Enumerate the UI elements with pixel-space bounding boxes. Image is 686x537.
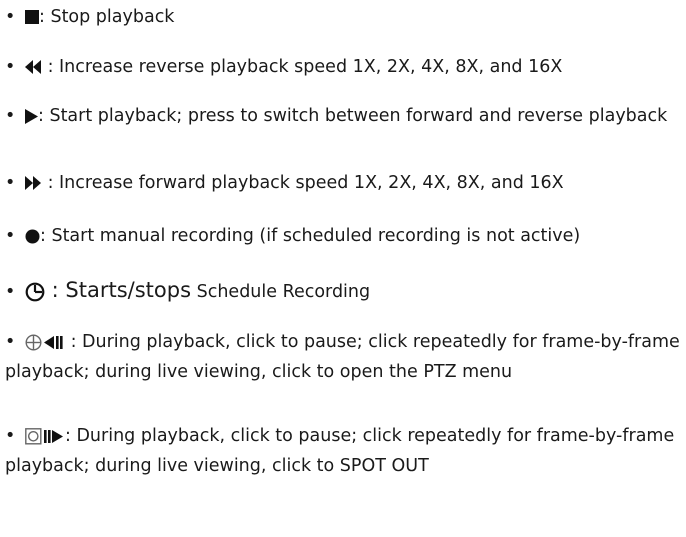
list-item: • : During playback, click to pause; cli… — [5, 327, 681, 387]
item-text-schedule-recording: Schedule Recording — [191, 282, 371, 302]
list-item: • : Increase reverse playback speed 1X, … — [5, 52, 681, 82]
rewind-icon — [25, 60, 41, 74]
item-text: : Start playback; press to switch betwee… — [38, 106, 668, 126]
bullet: • — [5, 426, 16, 446]
item-text: : Increase forward playback speed 1X, 2X… — [42, 173, 564, 193]
bullet: • — [5, 7, 16, 27]
bullet: • — [5, 332, 16, 352]
list-item: • : Increase forward playback speed 1X, … — [5, 168, 681, 198]
schedule-clock-icon — [25, 282, 45, 302]
list-item: • : Start manual recording (if scheduled … — [5, 221, 681, 251]
fast-forward-icon — [25, 176, 41, 190]
spot-pause-icon — [25, 427, 63, 445]
record-dot-icon — [25, 229, 40, 243]
bullet: • — [5, 282, 16, 302]
item-text: : During playback, click to pause; click… — [5, 332, 680, 382]
list-item: • : Starts/stops Schedule Recording — [5, 275, 681, 307]
stop-square-icon — [25, 10, 39, 24]
list-item: •: During playback, click to pause; clic… — [5, 421, 681, 481]
bullet: • — [5, 106, 16, 126]
item-text: : During playback, click to pause; click… — [5, 426, 675, 476]
list-item: • : Stop playback — [5, 2, 681, 32]
item-text: : Start manual recording (if scheduled r… — [40, 226, 581, 246]
bullet: • — [5, 57, 16, 77]
ptz-pause-icon — [25, 333, 63, 351]
item-text: : Increase reverse playback speed 1X, 2X… — [42, 57, 563, 77]
list-item: • : Start playback; press to switch betwe… — [5, 101, 681, 131]
bullet: • — [5, 226, 16, 246]
item-text: : Stop playback — [39, 7, 175, 27]
play-icon — [25, 108, 38, 124]
bullet: • — [5, 173, 16, 193]
item-text-starts-stops: : Starts/stops — [45, 278, 192, 302]
